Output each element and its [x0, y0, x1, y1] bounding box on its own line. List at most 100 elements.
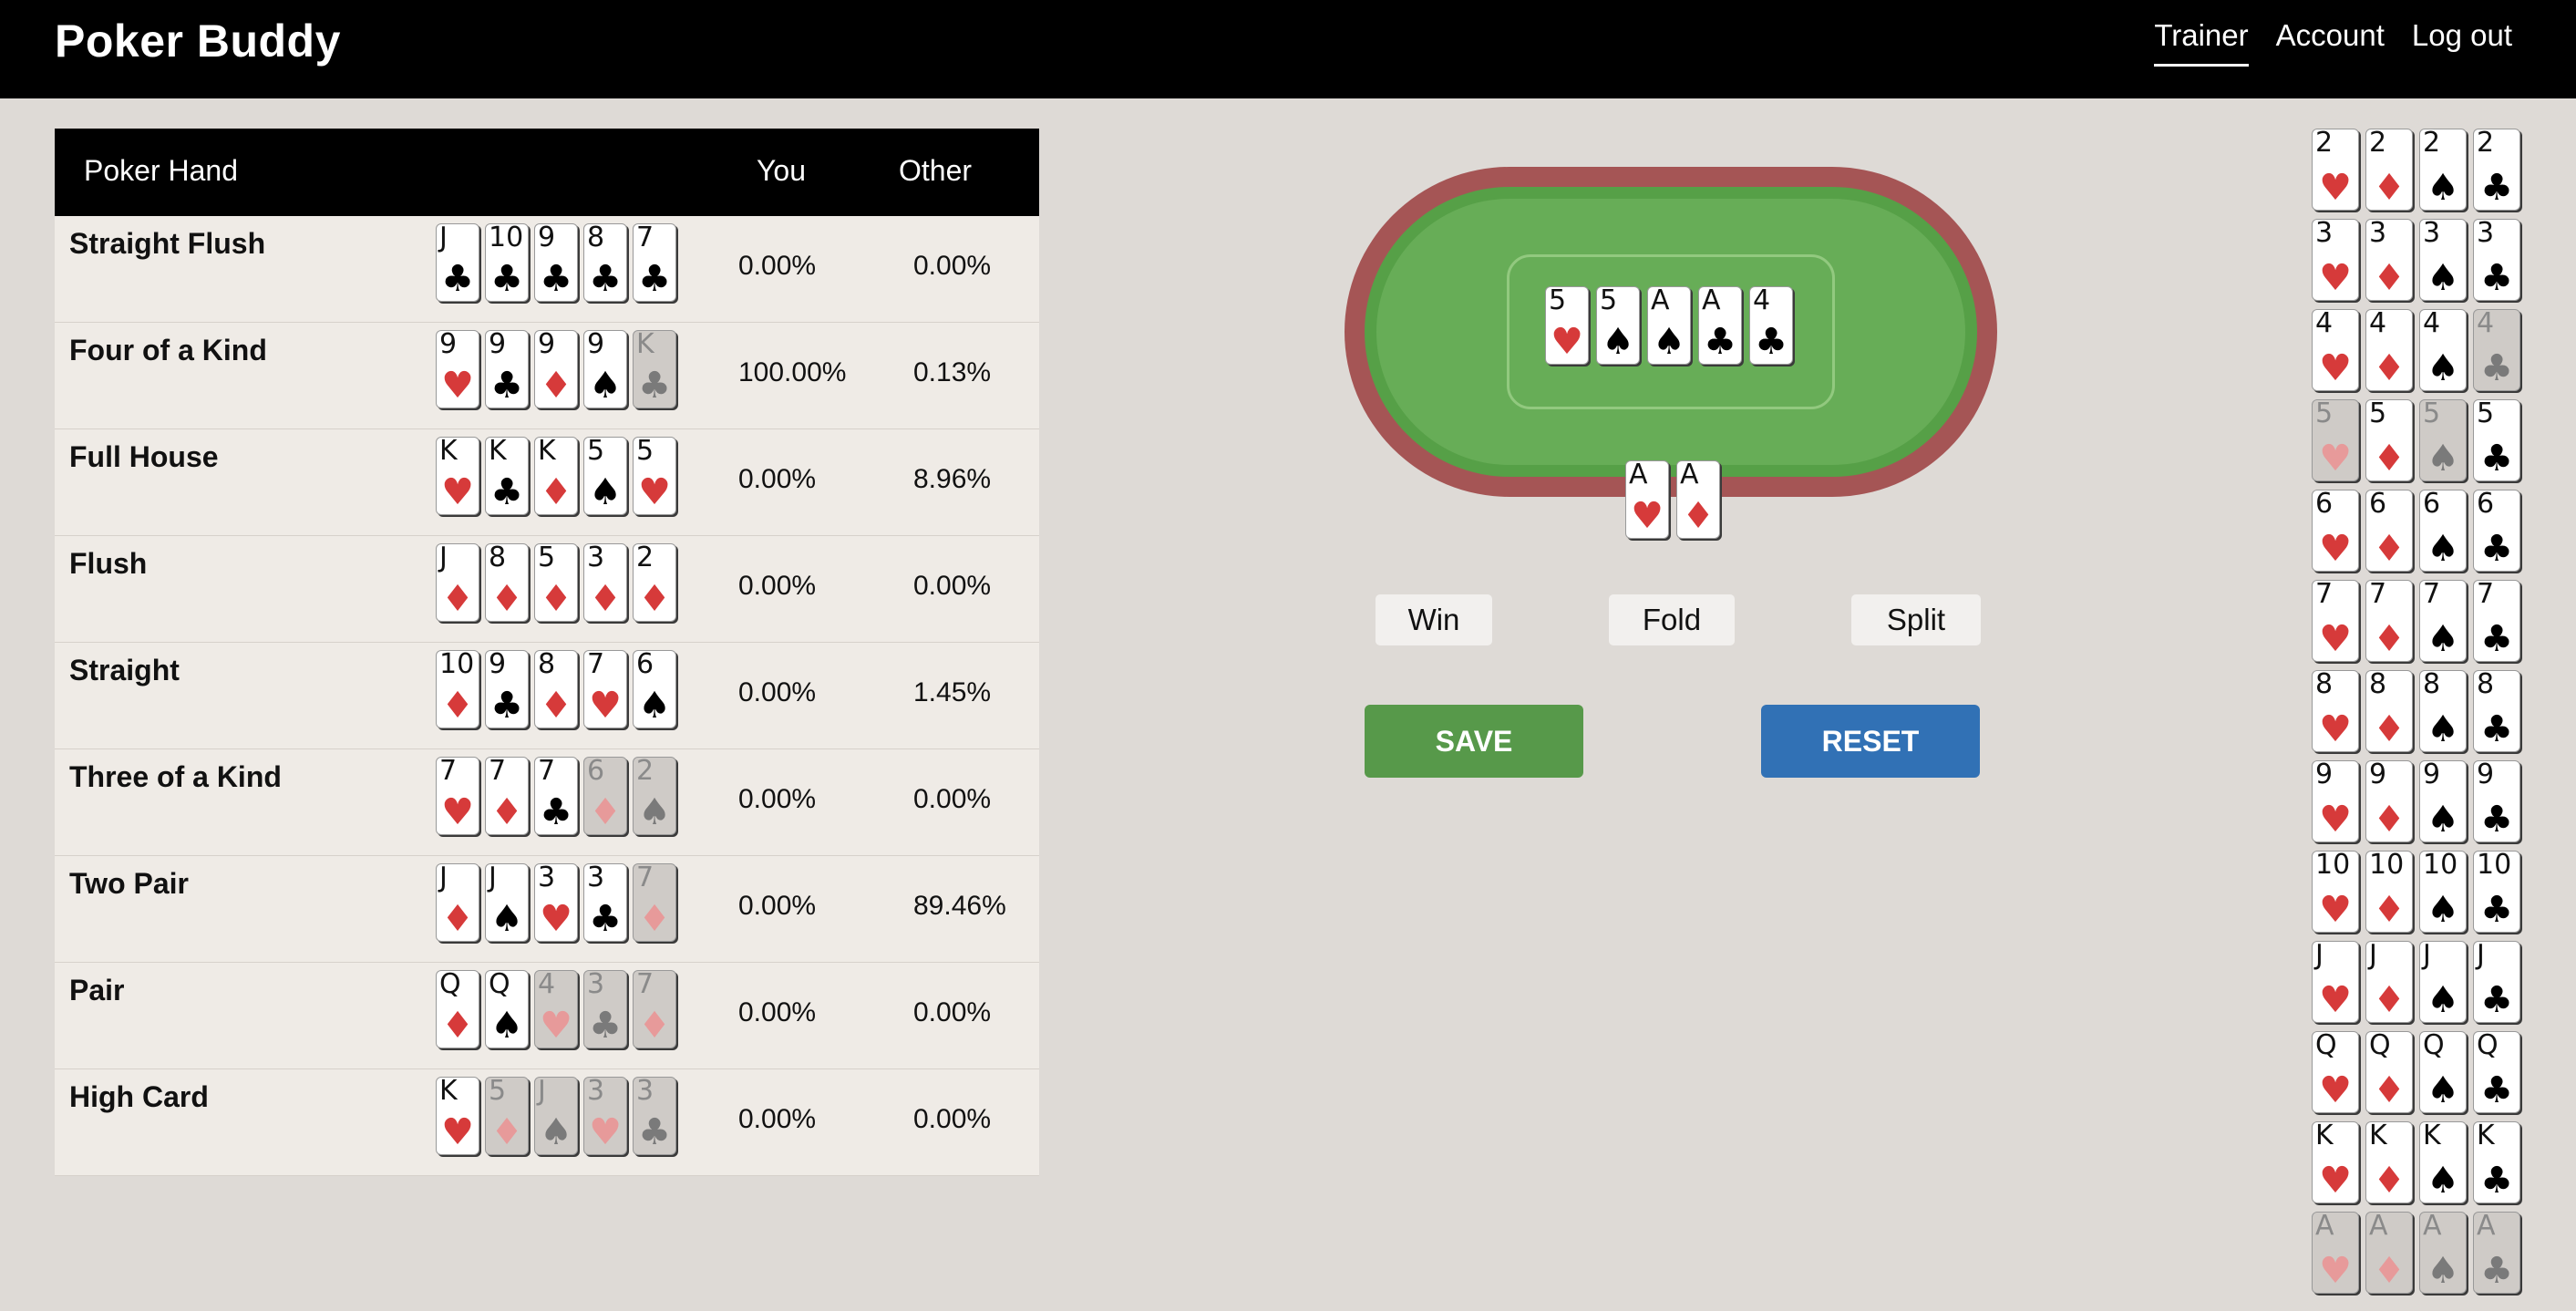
deck-card[interactable]: K ♦	[2365, 1120, 2413, 1203]
fold-button[interactable]: Fold	[1608, 594, 1736, 646]
deck-card[interactable]: 3 ♦	[2365, 218, 2413, 301]
nav-trainer[interactable]: Trainer	[2154, 18, 2249, 67]
playing-card: 6 ♠	[633, 649, 676, 728]
deck-card[interactable]: 8 ♦	[2365, 669, 2413, 752]
diamond-icon: ♦	[540, 471, 572, 513]
deck-card[interactable]: A ♠	[2419, 1211, 2467, 1294]
win-button[interactable]: Win	[1375, 594, 1493, 646]
deck-card[interactable]: J ♦	[2365, 940, 2413, 1023]
spade-icon: ♠	[2427, 799, 2459, 841]
brand-logo[interactable]: Poker Buddy	[55, 15, 341, 67]
deck-card[interactable]: 4 ♥	[2312, 308, 2359, 391]
column-header-other: Other	[899, 154, 973, 187]
deck-card[interactable]: 4 ♦	[2365, 308, 2413, 391]
community-card[interactable]: A ♠	[1647, 285, 1691, 365]
deck-card[interactable]: 10 ♦	[2365, 850, 2413, 933]
deck-card[interactable]: 7 ♥	[2312, 578, 2359, 662]
deck-card[interactable]: A ♣	[2473, 1211, 2520, 1294]
deck-card[interactable]: 7 ♣	[2473, 579, 2520, 662]
card-rank: Q	[2423, 1029, 2445, 1061]
nav-logout[interactable]: Log out	[2412, 18, 2512, 67]
community-card[interactable]: 4 ♣	[1749, 285, 1793, 365]
deck-card[interactable]: Q ♦	[2365, 1030, 2413, 1113]
deck-card[interactable]: 2 ♦	[2365, 128, 2413, 211]
card-rank: J	[2423, 939, 2431, 971]
deck-card[interactable]: 6 ♠	[2419, 489, 2467, 572]
deck-card[interactable]: Q ♣	[2473, 1030, 2520, 1113]
save-button[interactable]: SAVE	[1365, 705, 1583, 778]
card-rank: 3	[587, 542, 605, 573]
deck-card[interactable]: 3 ♣	[2473, 218, 2520, 301]
deck-card[interactable]: J ♣	[2473, 939, 2520, 1023]
deck-card[interactable]: 8 ♣	[2473, 669, 2520, 752]
card-rank: 7	[2315, 578, 2334, 610]
heart-icon: ♥	[589, 1111, 622, 1153]
deck-card[interactable]: 5 ♥	[2312, 398, 2359, 481]
hand-name: Flush	[69, 547, 148, 580]
diamond-icon: ♦	[540, 578, 572, 620]
deck-card[interactable]: 2 ♥	[2312, 128, 2359, 211]
deck-card[interactable]: 2 ♣	[2473, 128, 2520, 211]
deck-card[interactable]: 5 ♣	[2473, 397, 2520, 481]
deck-card[interactable]: 5 ♦	[2365, 398, 2413, 481]
deck-card[interactable]: 6 ♦	[2365, 489, 2413, 572]
example-hand-cards: J ♦ 8 ♦ 5 ♦ 3 ♦ 2 ♦	[436, 542, 676, 622]
heart-icon: ♥	[441, 471, 474, 513]
deck-card[interactable]: 9 ♣	[2473, 759, 2520, 842]
diamond-icon: ♦	[2373, 1250, 2406, 1292]
community-cards: 5 ♥ 5 ♠ A ♠ A ♣ 4 ♣	[1545, 285, 1793, 365]
deck-card[interactable]: 10 ♥	[2312, 850, 2359, 933]
playing-card: 3 ♣	[583, 862, 627, 942]
deck-card[interactable]: 9 ♥	[2312, 759, 2359, 842]
hole-card[interactable]: A ♦	[1676, 459, 1720, 539]
deck-card[interactable]: Q ♥	[2312, 1030, 2359, 1113]
deck-card[interactable]: 10 ♣	[2473, 850, 2520, 933]
hand-name: Two Pair	[69, 867, 189, 900]
other-probability: 1.45%	[913, 677, 992, 707]
playing-card: 9 ♣	[485, 649, 529, 728]
reset-button[interactable]: RESET	[1761, 705, 1980, 778]
deck-card[interactable]: 4 ♣	[2473, 308, 2520, 391]
deck-card[interactable]: 5 ♠	[2419, 398, 2467, 481]
deck-card[interactable]: 4 ♠	[2419, 308, 2467, 391]
community-card[interactable]: 5 ♠	[1596, 285, 1640, 365]
diamond-icon: ♦	[2373, 708, 2406, 750]
deck-card[interactable]: J ♥	[2312, 940, 2359, 1023]
card-rank: 7	[2369, 578, 2387, 610]
nav-account[interactable]: Account	[2276, 18, 2385, 67]
deck-card[interactable]: 3 ♠	[2419, 218, 2467, 301]
deck-card[interactable]: 6 ♥	[2312, 489, 2359, 572]
deck-card[interactable]: 8 ♠	[2419, 669, 2467, 752]
community-card[interactable]: 5 ♥	[1545, 285, 1589, 365]
club-icon: ♣	[540, 791, 572, 833]
deck-card[interactable]: 8 ♥	[2312, 669, 2359, 752]
deck-card[interactable]: K ♠	[2419, 1120, 2467, 1203]
other-probability: 0.00%	[913, 1104, 992, 1134]
club-icon: ♣	[490, 685, 523, 727]
spade-icon: ♠	[2427, 1069, 2459, 1111]
column-header-you: You	[757, 154, 806, 187]
deck-card[interactable]: Q ♠	[2419, 1029, 2467, 1113]
deck-card[interactable]: 7 ♦	[2365, 578, 2413, 662]
card-rank: J	[2477, 939, 2485, 971]
deck-card[interactable]: A ♥	[2312, 1211, 2359, 1294]
deck-card[interactable]: 2 ♠	[2419, 128, 2467, 211]
deck-card[interactable]: K ♥	[2312, 1120, 2359, 1203]
deck-card[interactable]: K ♣	[2473, 1120, 2520, 1203]
example-hand-cards: 7 ♥ 7 ♦ 7 ♣ 6 ♦ 2 ♠	[436, 756, 676, 835]
diamond-icon: ♦	[490, 578, 523, 620]
deck-card[interactable]: 10 ♠	[2419, 850, 2467, 933]
deck-card[interactable]: 9 ♦	[2365, 759, 2413, 842]
card-rank: 5	[2477, 397, 2495, 429]
split-button[interactable]: Split	[1850, 594, 1982, 646]
community-card[interactable]: A ♣	[1698, 285, 1742, 365]
deck-card[interactable]: 7 ♠	[2419, 579, 2467, 662]
deck-card[interactable]: J ♠	[2419, 939, 2467, 1023]
deck-card[interactable]: 9 ♠	[2419, 759, 2467, 842]
deck-card[interactable]: 6 ♣	[2473, 489, 2520, 572]
hole-card[interactable]: A ♥	[1625, 459, 1669, 539]
card-rank: K	[636, 328, 654, 360]
deck-card[interactable]: 3 ♥	[2312, 218, 2359, 301]
deck-card[interactable]: A ♦	[2365, 1211, 2413, 1294]
spade-icon: ♠	[2427, 979, 2459, 1021]
